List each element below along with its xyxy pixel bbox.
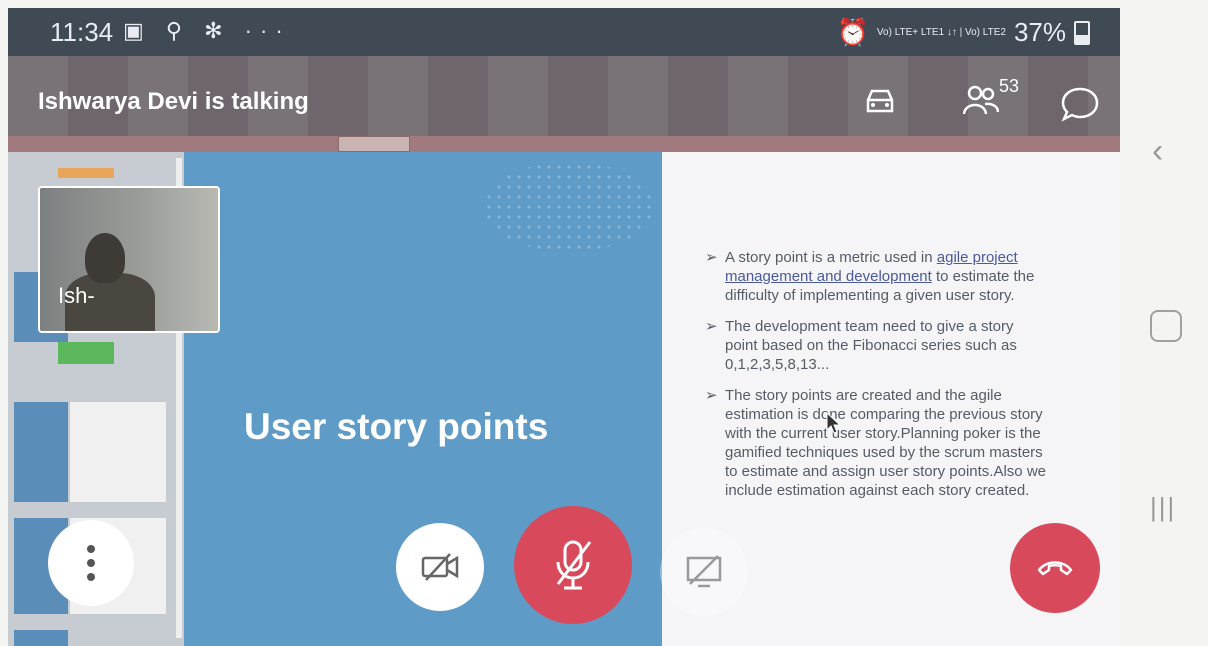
bullet-text: The development team need to give a stor…: [725, 318, 1017, 373]
video-call-screen: 11:34 ▣ ⚲ ✻ ··· ⏰ Vo) LTE+ LTE1 ↓↑ | Vo)…: [8, 8, 1120, 646]
slide-bullets: ➢ A story point is a metric used in agil…: [705, 248, 1050, 512]
bullet-item: ➢ A story point is a metric used in agil…: [705, 248, 1050, 305]
bullet-arrow-icon: ➢: [705, 318, 718, 335]
thumb-bar: [58, 342, 114, 364]
call-header: Ishwarya Devi is talking 53: [8, 56, 1120, 136]
shared-screen-ribbon-bar: [8, 136, 1120, 152]
self-video-tile[interactable]: Ish-: [38, 186, 220, 333]
battery-icon: [1074, 20, 1090, 45]
recent-apps-button[interactable]: |||: [1150, 492, 1176, 523]
speaker-status: Ishwarya Devi is talking: [38, 88, 309, 115]
mouse-cursor-icon: [826, 412, 842, 434]
battery-text: 37%: [1013, 17, 1066, 47]
microphone-off-icon: [556, 540, 592, 590]
car-mode-icon[interactable]: [863, 86, 897, 121]
status-bar: 11:34 ▣ ⚲ ✻ ··· ⏰ Vo) LTE+ LTE1 ↓↑ | Vo)…: [8, 8, 1120, 56]
camera-toggle-button[interactable]: [396, 523, 484, 611]
more-options-button[interactable]: [48, 520, 134, 606]
screen-share-button[interactable]: [660, 528, 748, 616]
hang-up-icon: [1037, 561, 1073, 576]
reactivate-button: [338, 136, 410, 152]
notification-icons: ▣ ⚲ ✻ ···: [123, 18, 291, 43]
slide-thumbnail: [14, 402, 68, 502]
slide-decoration: [484, 162, 654, 252]
home-nav-button[interactable]: [1150, 310, 1182, 342]
participant-count: 53: [999, 76, 1020, 96]
screen-share-off-icon: [686, 555, 722, 588]
video-person-head: [85, 233, 125, 283]
slide-title: User story points: [244, 406, 549, 447]
bullet-item: ➢ The story points are created and the a…: [705, 386, 1050, 500]
back-nav-button[interactable]: ‹: [1152, 132, 1163, 171]
chat-icon[interactable]: [1060, 86, 1100, 127]
status-right: ⏰ Vo) LTE+ LTE1 ↓↑ | Vo) LTE2 37%: [837, 17, 1090, 48]
network-indicator: Vo) LTE+ LTE1 ↓↑ | Vo) LTE2: [876, 27, 1006, 38]
more-vertical-icon: [87, 545, 95, 581]
slide-thumbnail: [14, 630, 68, 646]
bullet-text: A story point is a metric used in: [725, 249, 937, 266]
microphone-toggle-button[interactable]: [514, 506, 632, 624]
end-call-button[interactable]: [1010, 523, 1100, 613]
participants-icon[interactable]: 53: [962, 76, 1019, 121]
status-time: 11:34: [50, 17, 114, 47]
bullet-item: ➢ The development team need to give a st…: [705, 317, 1050, 374]
self-video-name: Ish-: [58, 283, 95, 308]
slide-thumbnail: [70, 402, 166, 502]
thumb-bar: [58, 168, 114, 178]
camera-off-icon: [421, 553, 459, 581]
bullet-arrow-icon: ➢: [705, 249, 718, 266]
bullet-arrow-icon: ➢: [705, 387, 718, 404]
alarm-icon: ⏰: [836, 17, 869, 47]
bullet-text: The story points are created and the agi…: [725, 387, 1046, 499]
